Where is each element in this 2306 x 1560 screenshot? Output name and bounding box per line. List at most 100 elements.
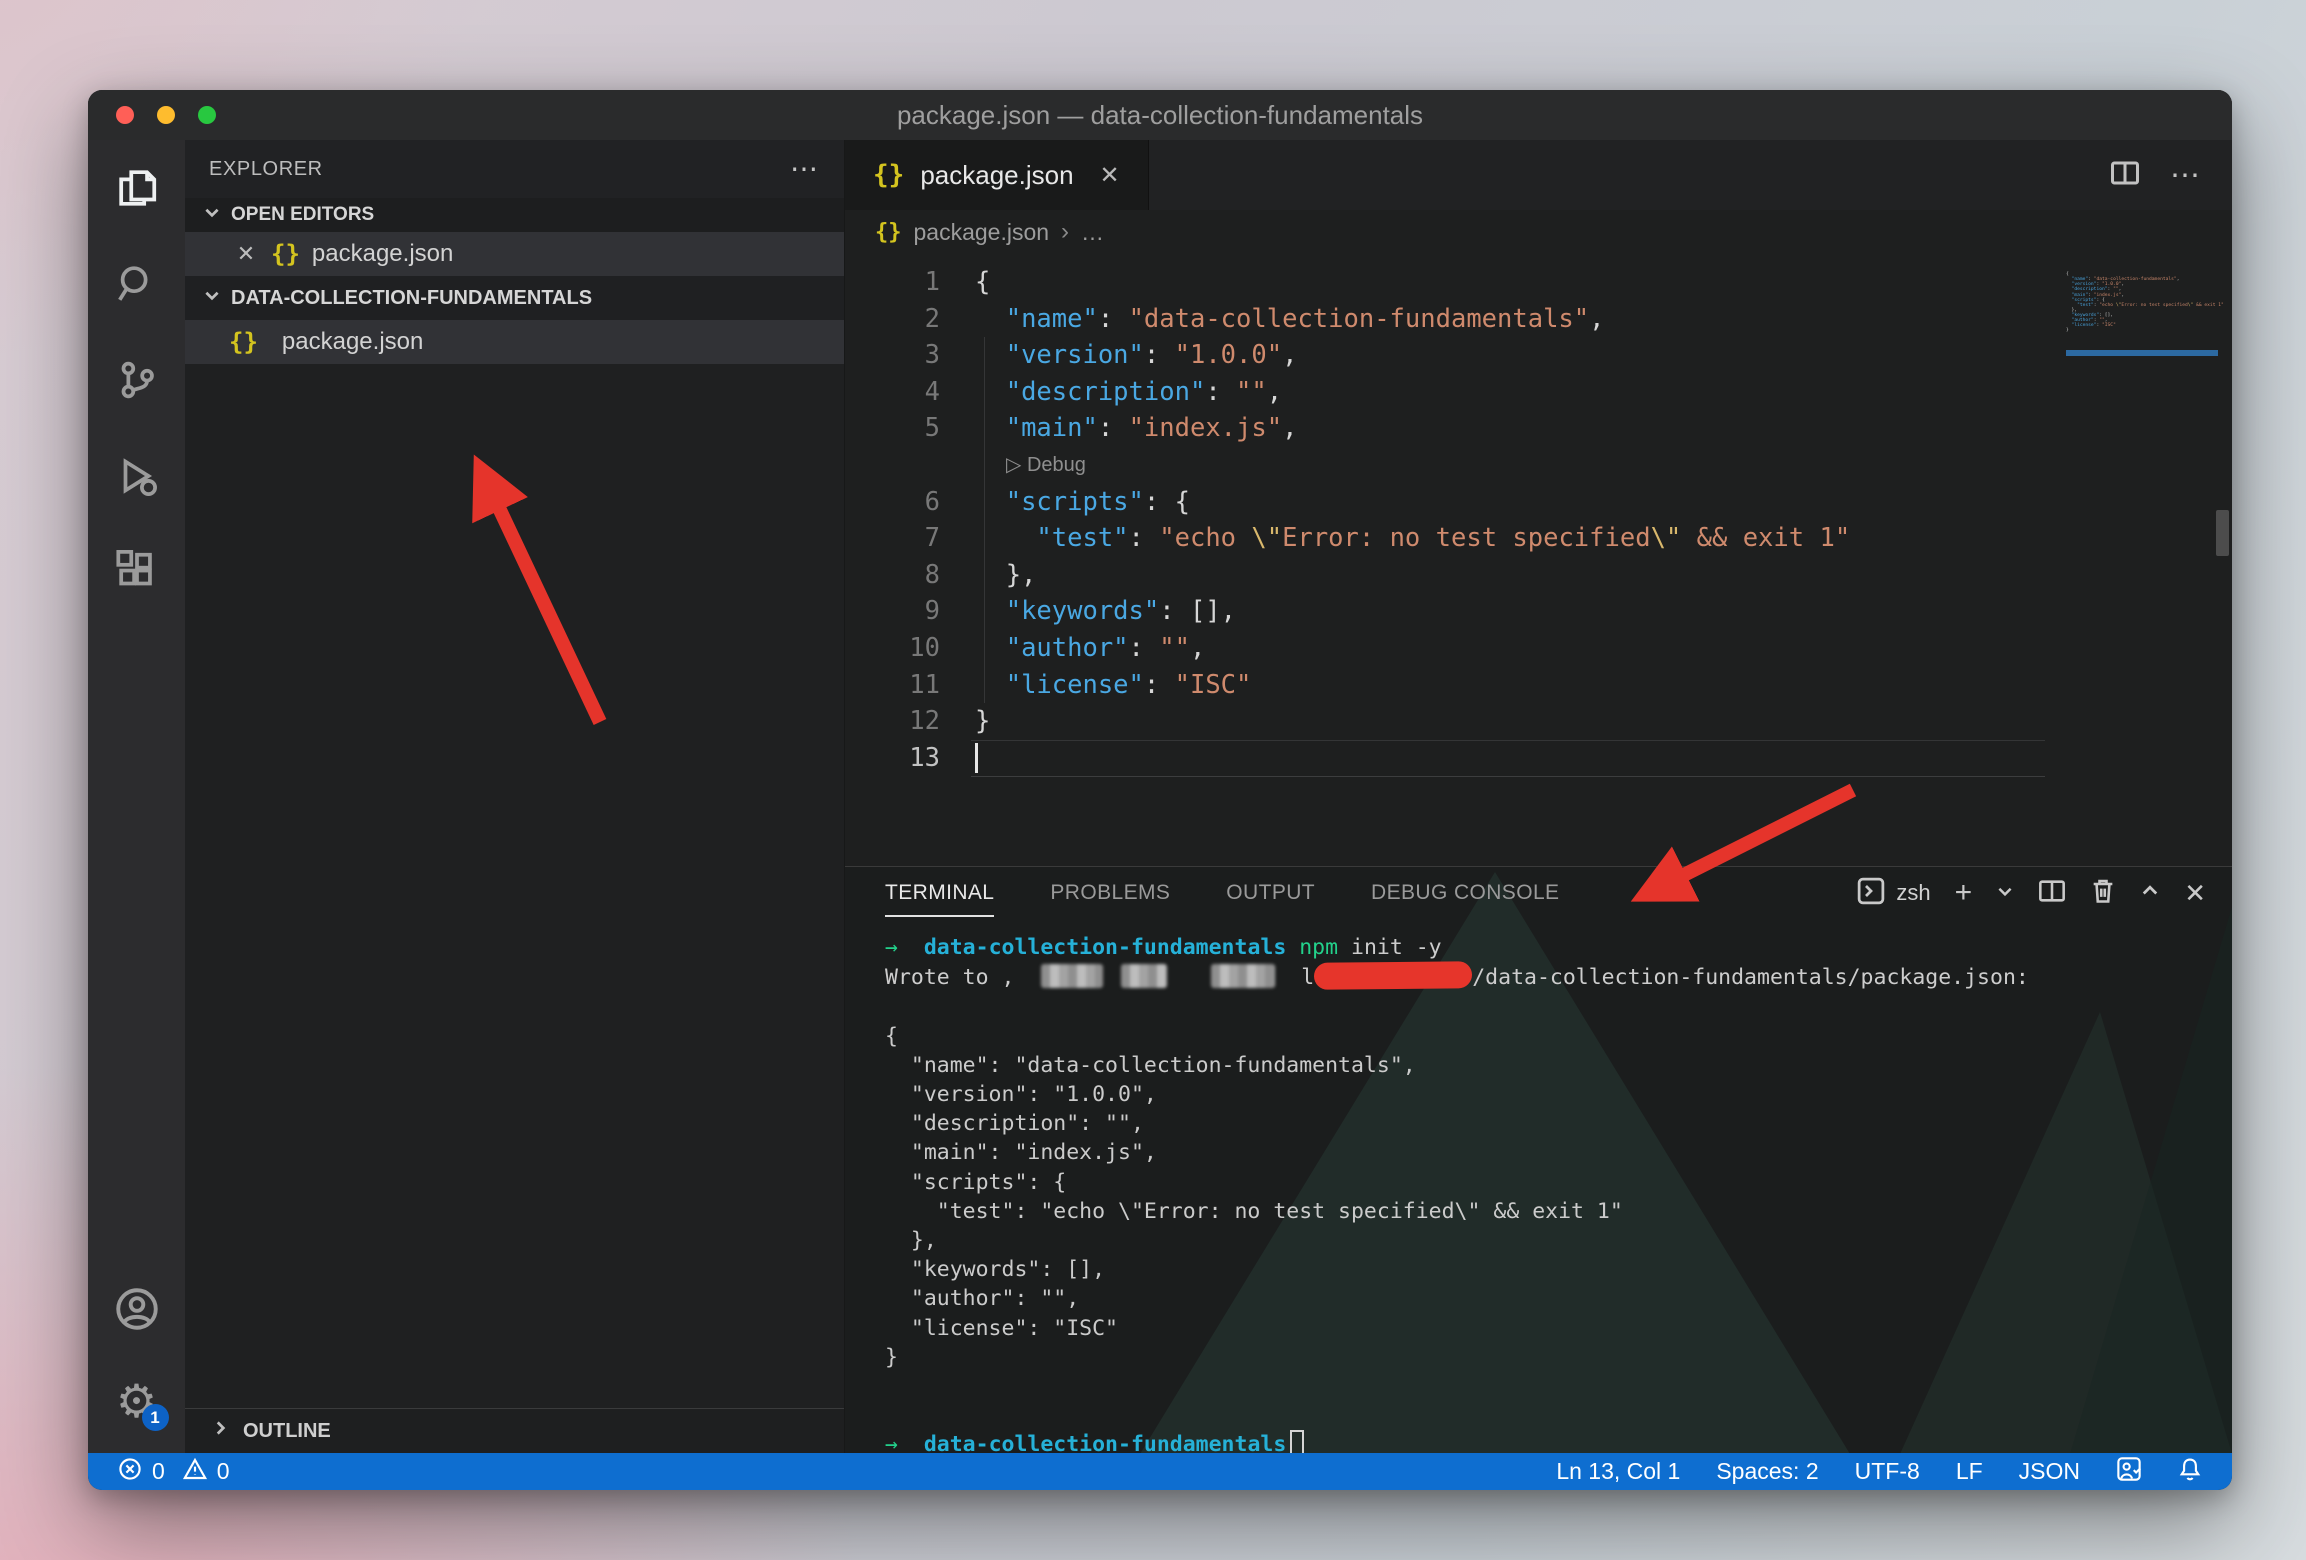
- titlebar: package.json — data-collection-fundament…: [88, 90, 2232, 140]
- panel-tab-problems[interactable]: PROBLEMS: [1050, 867, 1170, 919]
- editor-more-actions-icon[interactable]: ⋯: [2170, 158, 2202, 193]
- zoom-window-button[interactable]: [198, 106, 216, 124]
- errors-icon[interactable]: [118, 1457, 142, 1487]
- breadcrumb-symbol[interactable]: …: [1081, 219, 1104, 246]
- json-file-icon: {}: [873, 160, 904, 190]
- code-editor[interactable]: 1{2 "name": "data-collection-fundamental…: [845, 254, 2232, 866]
- terminal-json-line: "license": "ISC": [885, 1314, 2232, 1343]
- code-token: [975, 633, 1006, 663]
- tab-close-icon[interactable]: ✕: [1100, 161, 1120, 190]
- run-debug-icon[interactable]: [113, 452, 161, 500]
- code-text: }: [940, 703, 990, 740]
- split-editor-icon[interactable]: [2110, 160, 2140, 191]
- language-mode[interactable]: JSON: [2019, 1458, 2080, 1485]
- code-token: "ISC": [1175, 670, 1252, 700]
- explorer-icon[interactable]: [113, 164, 161, 212]
- codelens-line: ▷ Debug: [845, 447, 2232, 484]
- maximize-panel-chevron-icon[interactable]: [2140, 881, 2160, 906]
- code-line-5: 5 "main": "index.js",: [845, 410, 2232, 447]
- terminal-json-line: {: [885, 1022, 2232, 1051]
- code-token: "test": [1036, 523, 1128, 553]
- tab-package-json[interactable]: {} package.json ✕: [845, 140, 1149, 210]
- shell-selector[interactable]: zsh: [1856, 876, 1930, 911]
- code-token: [975, 304, 1006, 334]
- code-text: "author": "",: [940, 630, 1205, 667]
- breadcrumb-file[interactable]: package.json: [914, 219, 1050, 246]
- warnings-count[interactable]: 0: [217, 1458, 230, 1485]
- code-token: ,: [1282, 340, 1297, 370]
- redaction-blur-block: [1041, 964, 1103, 988]
- minimap-current-line: [2066, 350, 2218, 356]
- editor-scrollbar[interactable]: [2216, 510, 2229, 556]
- code-token: "": [1236, 377, 1267, 407]
- line-number: 3: [845, 337, 940, 374]
- encoding-setting[interactable]: UTF-8: [1855, 1458, 1920, 1485]
- new-terminal-icon[interactable]: +: [1955, 876, 1973, 910]
- indentation-setting[interactable]: Spaces: 2: [1716, 1458, 1818, 1485]
- line-number: 11: [845, 667, 940, 704]
- split-terminal-icon[interactable]: [2038, 878, 2066, 909]
- open-editor-item-package-json[interactable]: ✕ {} package.json: [185, 232, 844, 276]
- terminal-dropdown-chevron-icon[interactable]: [1996, 882, 2014, 905]
- extensions-icon[interactable]: [113, 548, 161, 596]
- panel-tab-debug-console[interactable]: DEBUG CONSOLE: [1371, 867, 1559, 919]
- minimap-token: "license": [2072, 323, 2097, 328]
- code-text: "name": "data-collection-fundamentals",: [940, 301, 1605, 338]
- code-text: },: [940, 557, 1036, 594]
- code-token: [975, 487, 1006, 517]
- code-token: :: [1098, 304, 1129, 334]
- folder-section-header[interactable]: DATA-COLLECTION-FUNDAMENTALS: [185, 276, 844, 320]
- terminal-json-line: "test": "echo \"Error: no test specified…: [885, 1197, 2232, 1226]
- terminal-cursor: [1290, 1430, 1304, 1453]
- minimap-token: "ISC": [2102, 323, 2116, 328]
- editor-cursor: [975, 743, 978, 773]
- close-window-button[interactable]: [116, 106, 134, 124]
- line-number: 6: [845, 484, 940, 521]
- space: [898, 1432, 924, 1453]
- chevron-down-icon: [203, 203, 221, 227]
- line-number: 10: [845, 630, 940, 667]
- sidebar-title: EXPLORER: [209, 158, 323, 181]
- json-file-icon: {}: [875, 220, 902, 245]
- line-number: 12: [845, 703, 940, 740]
- warnings-icon[interactable]: [183, 1457, 207, 1487]
- cursor-position[interactable]: Ln 13, Col 1: [1556, 1458, 1680, 1485]
- breadcrumb[interactable]: {} package.json › …: [845, 210, 2232, 254]
- chevron-down-icon: [203, 286, 221, 310]
- outline-section-header[interactable]: OUTLINE: [185, 1408, 844, 1453]
- minimap[interactable]: { "name": "data-collection-fundamentals"…: [2066, 262, 2218, 366]
- code-token: && exit 1": [1681, 523, 1850, 553]
- file-item-package-json[interactable]: {} package.json: [185, 320, 844, 364]
- code-token: "data-collection-fundamentals": [1129, 304, 1590, 334]
- settings-gear-icon[interactable]: ⚙ 1: [113, 1377, 161, 1425]
- close-editor-icon[interactable]: ✕: [229, 241, 263, 267]
- panel-tab-output[interactable]: OUTPUT: [1226, 867, 1315, 919]
- feedback-icon[interactable]: [2116, 1456, 2142, 1488]
- minimap-line: "test": "echo \"Error: no test specified…: [2066, 303, 2218, 308]
- code-text: "main": "index.js",: [940, 410, 1297, 447]
- kill-terminal-trash-icon[interactable]: [2090, 877, 2116, 910]
- source-control-icon[interactable]: [113, 356, 161, 404]
- file-item-filename: package.json: [282, 328, 423, 356]
- eol-setting[interactable]: LF: [1956, 1458, 1983, 1485]
- open-editors-section-header[interactable]: OPEN EDITORS: [185, 198, 844, 232]
- tab-label: package.json: [920, 160, 1073, 191]
- panel-tab-terminal[interactable]: TERMINAL: [885, 867, 994, 919]
- errors-count[interactable]: 0: [152, 1458, 165, 1485]
- code-token: }: [975, 706, 990, 736]
- accounts-icon[interactable]: [113, 1285, 161, 1333]
- close-panel-icon[interactable]: ✕: [2184, 878, 2206, 909]
- notifications-bell-icon[interactable]: [2178, 1456, 2202, 1488]
- codelens-debug[interactable]: ▷ Debug: [845, 447, 1086, 484]
- code-token: :: [1144, 340, 1175, 370]
- json-file-icon: {}: [271, 240, 300, 268]
- terminal-json-line: "main": "index.js",: [885, 1138, 2232, 1167]
- current-line-highlight: [971, 740, 2045, 777]
- code-token: ,: [1282, 413, 1297, 443]
- code-token: :: [1129, 523, 1160, 553]
- search-icon[interactable]: [113, 260, 161, 308]
- minimize-window-button[interactable]: [157, 106, 175, 124]
- code-token: [975, 377, 1006, 407]
- line-number: 8: [845, 557, 940, 594]
- terminal-output[interactable]: → data-collection-fundamentals npm init …: [845, 919, 2232, 1453]
